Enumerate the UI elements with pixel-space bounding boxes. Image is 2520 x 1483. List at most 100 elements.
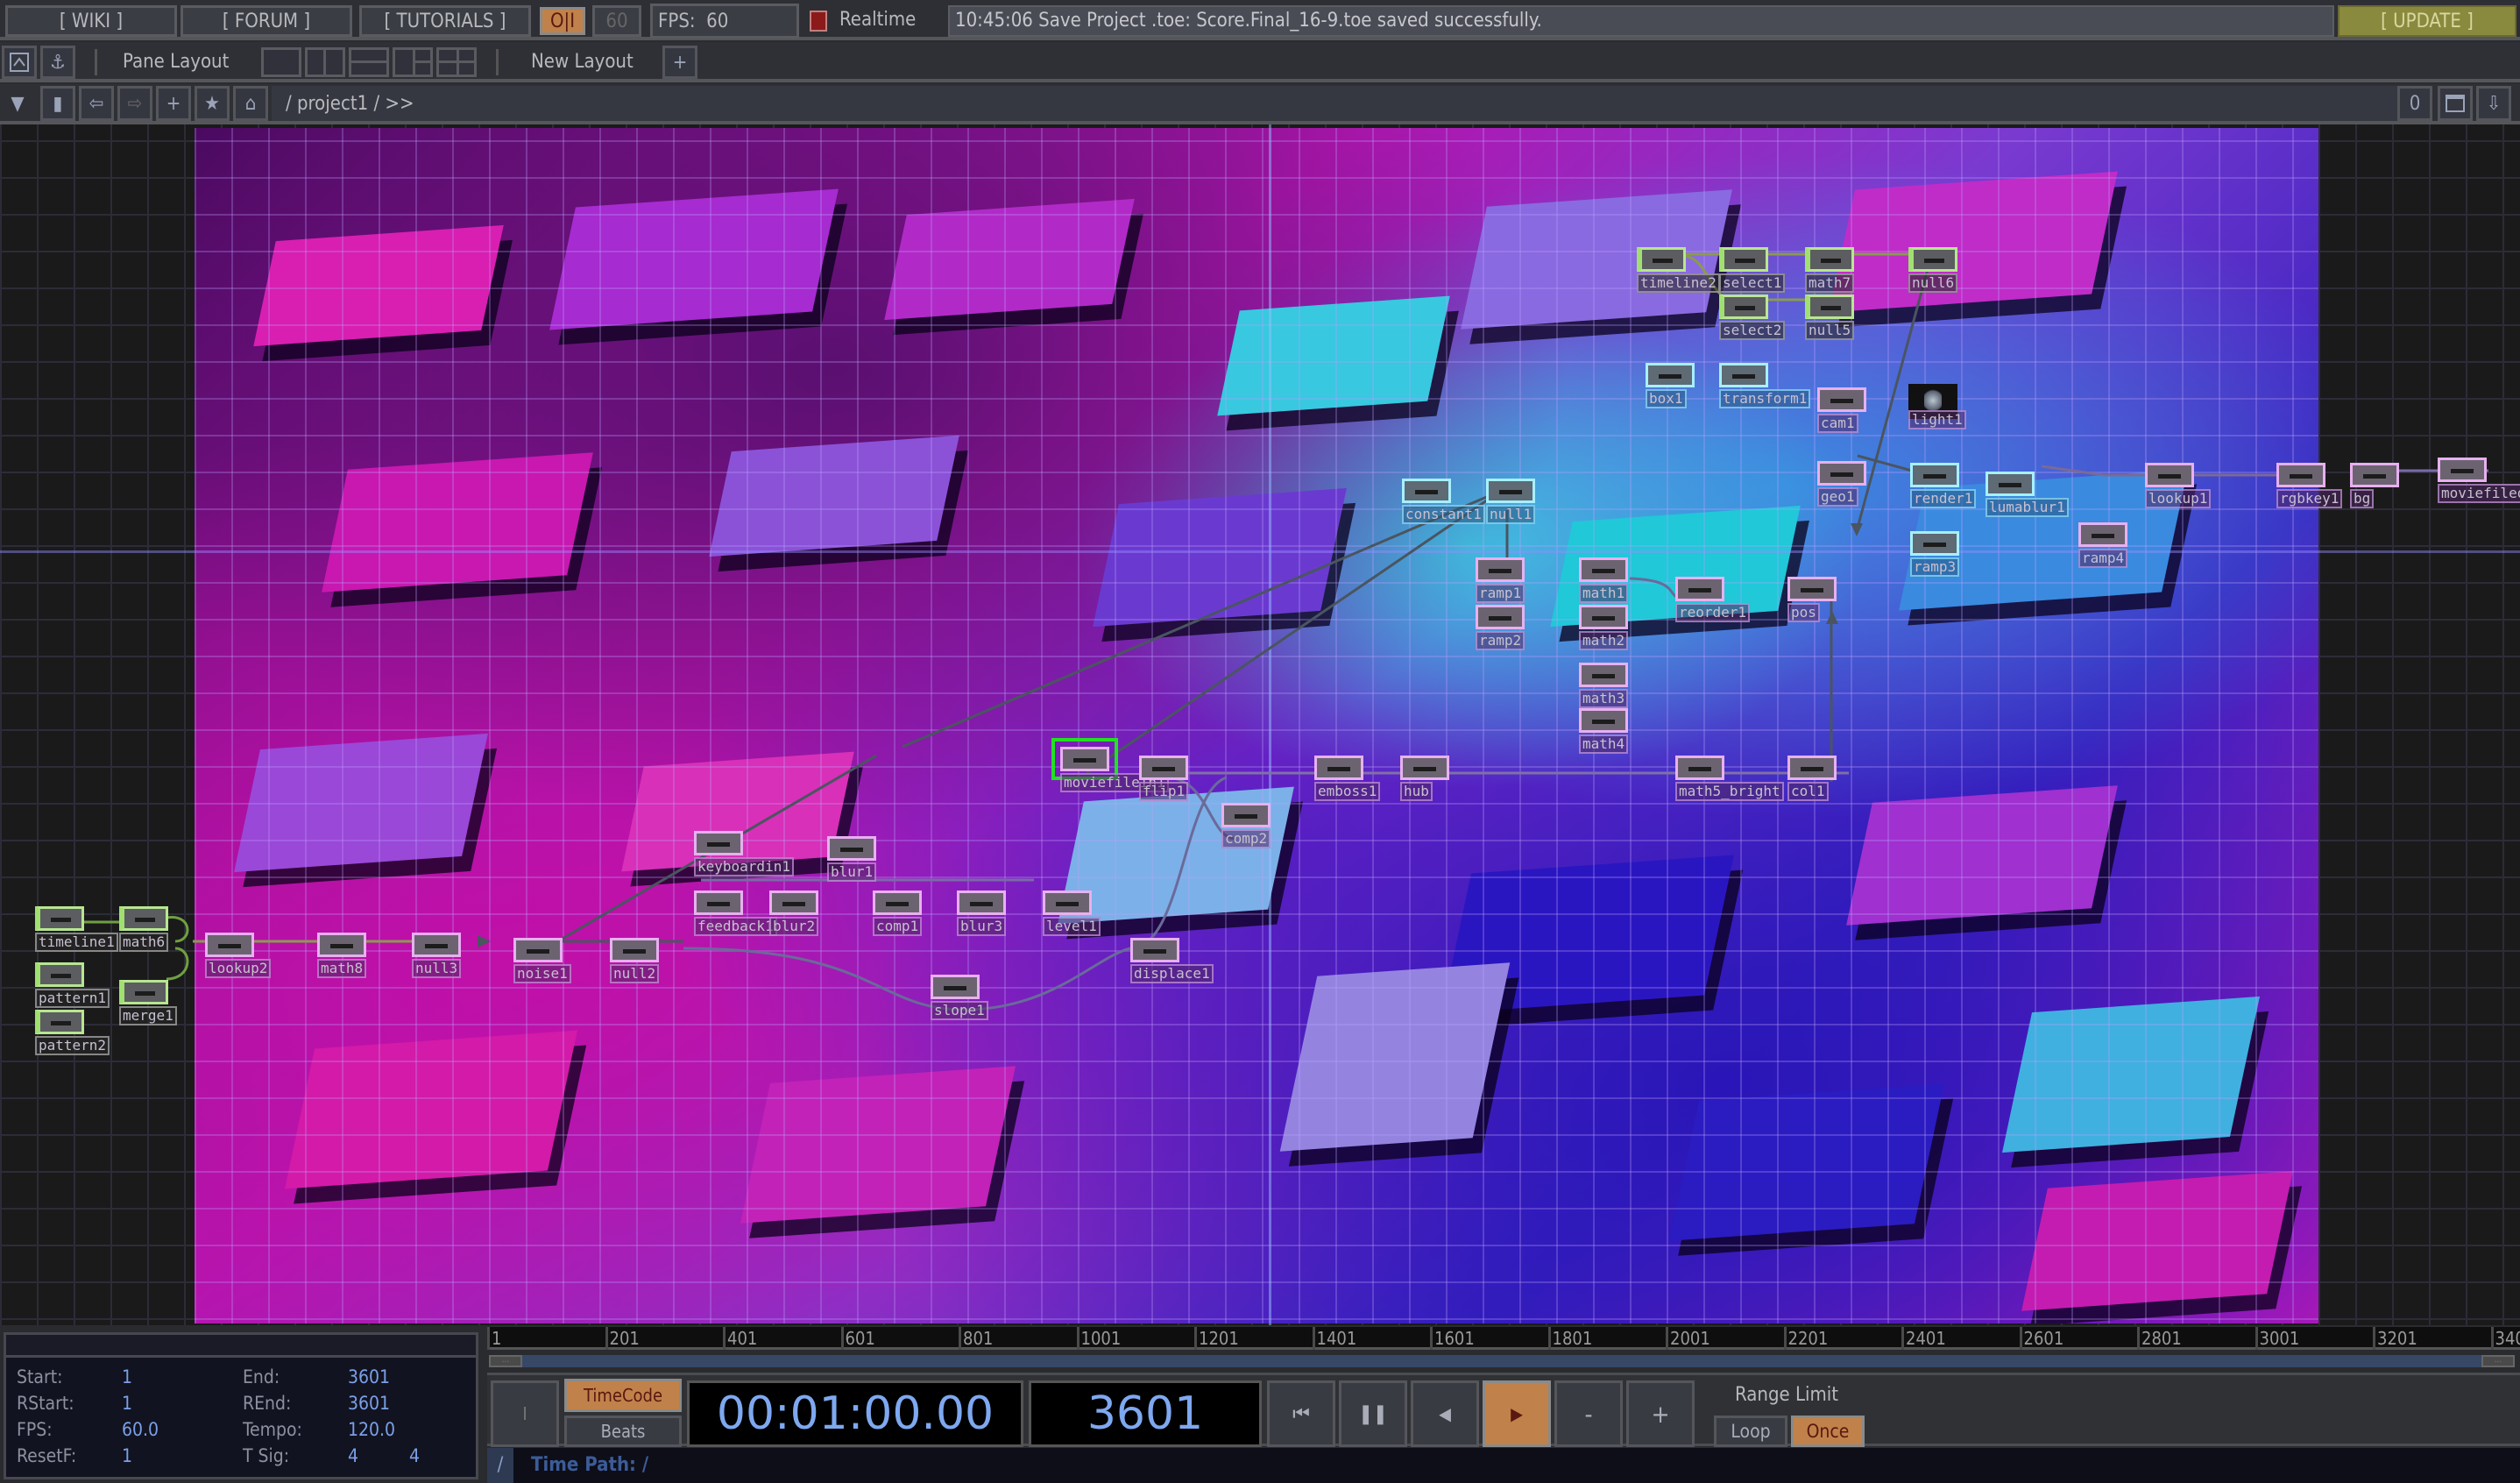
- node-emboss1[interactable]: emboss1: [1314, 756, 1381, 801]
- node-tile[interactable]: [1910, 531, 1959, 556]
- node-tile[interactable]: [119, 980, 168, 1004]
- node-rgbkey1[interactable]: rgbkey1: [2276, 463, 2343, 508]
- node-moviefilein1[interactable]: moviefilein1: [1051, 738, 1169, 792]
- node-label[interactable]: timeline1: [35, 933, 118, 952]
- node-label[interactable]: reorder1: [1675, 603, 1751, 622]
- node-tile[interactable]: [873, 891, 922, 915]
- fps-field[interactable]: FPS: 60: [650, 4, 799, 39]
- node-tile[interactable]: [1675, 756, 1724, 780]
- node-label[interactable]: pos: [1787, 603, 1820, 622]
- node-ramp4[interactable]: ramp4: [2078, 522, 2128, 568]
- node-label[interactable]: transform1: [1719, 389, 1811, 408]
- node-tile[interactable]: [1910, 463, 1959, 487]
- node-label[interactable]: noise1: [513, 964, 571, 983]
- dropdown-triangle-icon[interactable]: ▼: [0, 86, 35, 121]
- node-hub[interactable]: hub: [1400, 756, 1449, 801]
- node-tile[interactable]: [1476, 605, 1525, 629]
- timeline-ruler[interactable]: 1 201 401 601 801 1001 1201 1401 1601 1801 2001 220…: [487, 1327, 2520, 1350]
- play-reverse-button[interactable]: ◀: [1411, 1380, 1479, 1447]
- node-lookup2[interactable]: lookup2: [205, 933, 272, 978]
- node-tile[interactable]: [1719, 363, 1768, 387]
- node-label[interactable]: math5_bright: [1675, 782, 1784, 801]
- node-ramp1[interactable]: ramp1: [1476, 557, 1525, 603]
- node-math1[interactable]: math1: [1579, 557, 1629, 603]
- path-value-button[interactable]: 0: [2397, 86, 2432, 121]
- range-slider[interactable]: ... ...: [487, 1353, 2516, 1369]
- node-tile[interactable]: [694, 891, 743, 915]
- cursor-button[interactable]: I: [491, 1380, 559, 1447]
- timecode-mode-button[interactable]: TimeCode: [564, 1379, 682, 1412]
- node-tile[interactable]: [931, 975, 980, 999]
- node-tile[interactable]: [1314, 756, 1363, 780]
- node-tile[interactable]: [35, 1010, 84, 1034]
- node-ramp2[interactable]: ramp2: [1476, 605, 1525, 650]
- node-label[interactable]: box1: [1646, 389, 1687, 408]
- node-label[interactable]: comp1: [873, 917, 923, 936]
- home-icon[interactable]: ⌂: [233, 86, 268, 121]
- node-merge1[interactable]: merge1: [119, 980, 177, 1025]
- node-label[interactable]: render1: [1910, 489, 1977, 508]
- tsig-numerator-field[interactable]: 4: [348, 1445, 358, 1466]
- node-label[interactable]: level1: [1043, 917, 1101, 936]
- node-col1[interactable]: col1: [1787, 756, 1837, 801]
- node-label[interactable]: lookup2: [205, 959, 272, 978]
- node-comp1[interactable]: comp1: [873, 891, 923, 936]
- node-tile[interactable]: [1051, 738, 1118, 780]
- step-back-button[interactable]: -: [1554, 1380, 1623, 1447]
- node-tile[interactable]: [1817, 387, 1866, 412]
- node-tile[interactable]: [1646, 363, 1695, 387]
- node-blur2[interactable]: blur2: [769, 891, 819, 936]
- layout-split-horizontal-icon[interactable]: [349, 47, 389, 77]
- node-label[interactable]: select1: [1719, 273, 1786, 293]
- back-arrow-icon[interactable]: ⇦: [79, 86, 114, 121]
- node-comp2[interactable]: comp2: [1221, 803, 1271, 848]
- frame-display[interactable]: 3601: [1029, 1380, 1262, 1447]
- beats-mode-button[interactable]: Beats: [564, 1416, 682, 1447]
- node-tile[interactable]: [2078, 522, 2127, 547]
- anchor-icon[interactable]: ⚓: [40, 46, 75, 79]
- node-bg[interactable]: bg: [2350, 463, 2399, 508]
- node-tile[interactable]: [1130, 938, 1179, 962]
- node-null5[interactable]: null5: [1805, 294, 1855, 340]
- node-label[interactable]: emboss1: [1314, 782, 1381, 801]
- node-label[interactable]: math8: [317, 959, 367, 978]
- node-null2[interactable]: null2: [610, 938, 660, 983]
- node-label[interactable]: bg: [2350, 489, 2375, 508]
- node-label[interactable]: rgbkey1: [2276, 489, 2343, 508]
- node-math6[interactable]: math6: [119, 906, 169, 952]
- loop-button[interactable]: Loop: [1714, 1416, 1787, 1447]
- node-level1[interactable]: level1: [1043, 891, 1101, 936]
- node-label[interactable]: comp2: [1221, 829, 1271, 848]
- node-math4[interactable]: math4: [1579, 708, 1629, 754]
- node-moviefileout1[interactable]: moviefileout1: [2438, 458, 2520, 503]
- node-tile[interactable]: [769, 891, 818, 915]
- node-label[interactable]: blur3: [957, 917, 1007, 936]
- node-render1[interactable]: render1: [1910, 463, 1977, 508]
- node-tile[interactable]: [35, 906, 84, 931]
- node-lumablur1[interactable]: lumablur1: [1986, 472, 2069, 517]
- node-label[interactable]: displace1: [1130, 964, 1214, 983]
- node-math8[interactable]: math8: [317, 933, 367, 978]
- node-tile[interactable]: [957, 891, 1006, 915]
- wiki-button[interactable]: [ WIKI ]: [5, 5, 177, 37]
- node-label[interactable]: geo1: [1817, 487, 1858, 507]
- rstart-field[interactable]: 1: [122, 1393, 132, 1414]
- node-tile[interactable]: [1579, 663, 1628, 687]
- import-arrow-icon[interactable]: ⇩: [2476, 86, 2511, 121]
- range-start-handle[interactable]: ...: [489, 1355, 522, 1367]
- node-blur3[interactable]: blur3: [957, 891, 1007, 936]
- node-pattern2[interactable]: pattern2: [35, 1010, 110, 1055]
- play-forward-button[interactable]: ▶: [1483, 1380, 1551, 1447]
- node-label[interactable]: ramp4: [2078, 549, 2128, 568]
- node-tile[interactable]: [35, 962, 84, 987]
- node-tile[interactable]: [412, 933, 461, 957]
- node-math3[interactable]: math3: [1579, 663, 1629, 708]
- node-label[interactable]: lookup1: [2145, 489, 2212, 508]
- node-label[interactable]: slope1: [931, 1001, 988, 1020]
- pane-expand-icon[interactable]: [2, 46, 37, 79]
- node-tile[interactable]: [1986, 472, 2035, 496]
- node-label[interactable]: null2: [610, 964, 660, 983]
- node-lookup1[interactable]: lookup1: [2145, 463, 2212, 508]
- node-label[interactable]: merge1: [119, 1006, 177, 1025]
- once-button[interactable]: Once: [1791, 1416, 1865, 1447]
